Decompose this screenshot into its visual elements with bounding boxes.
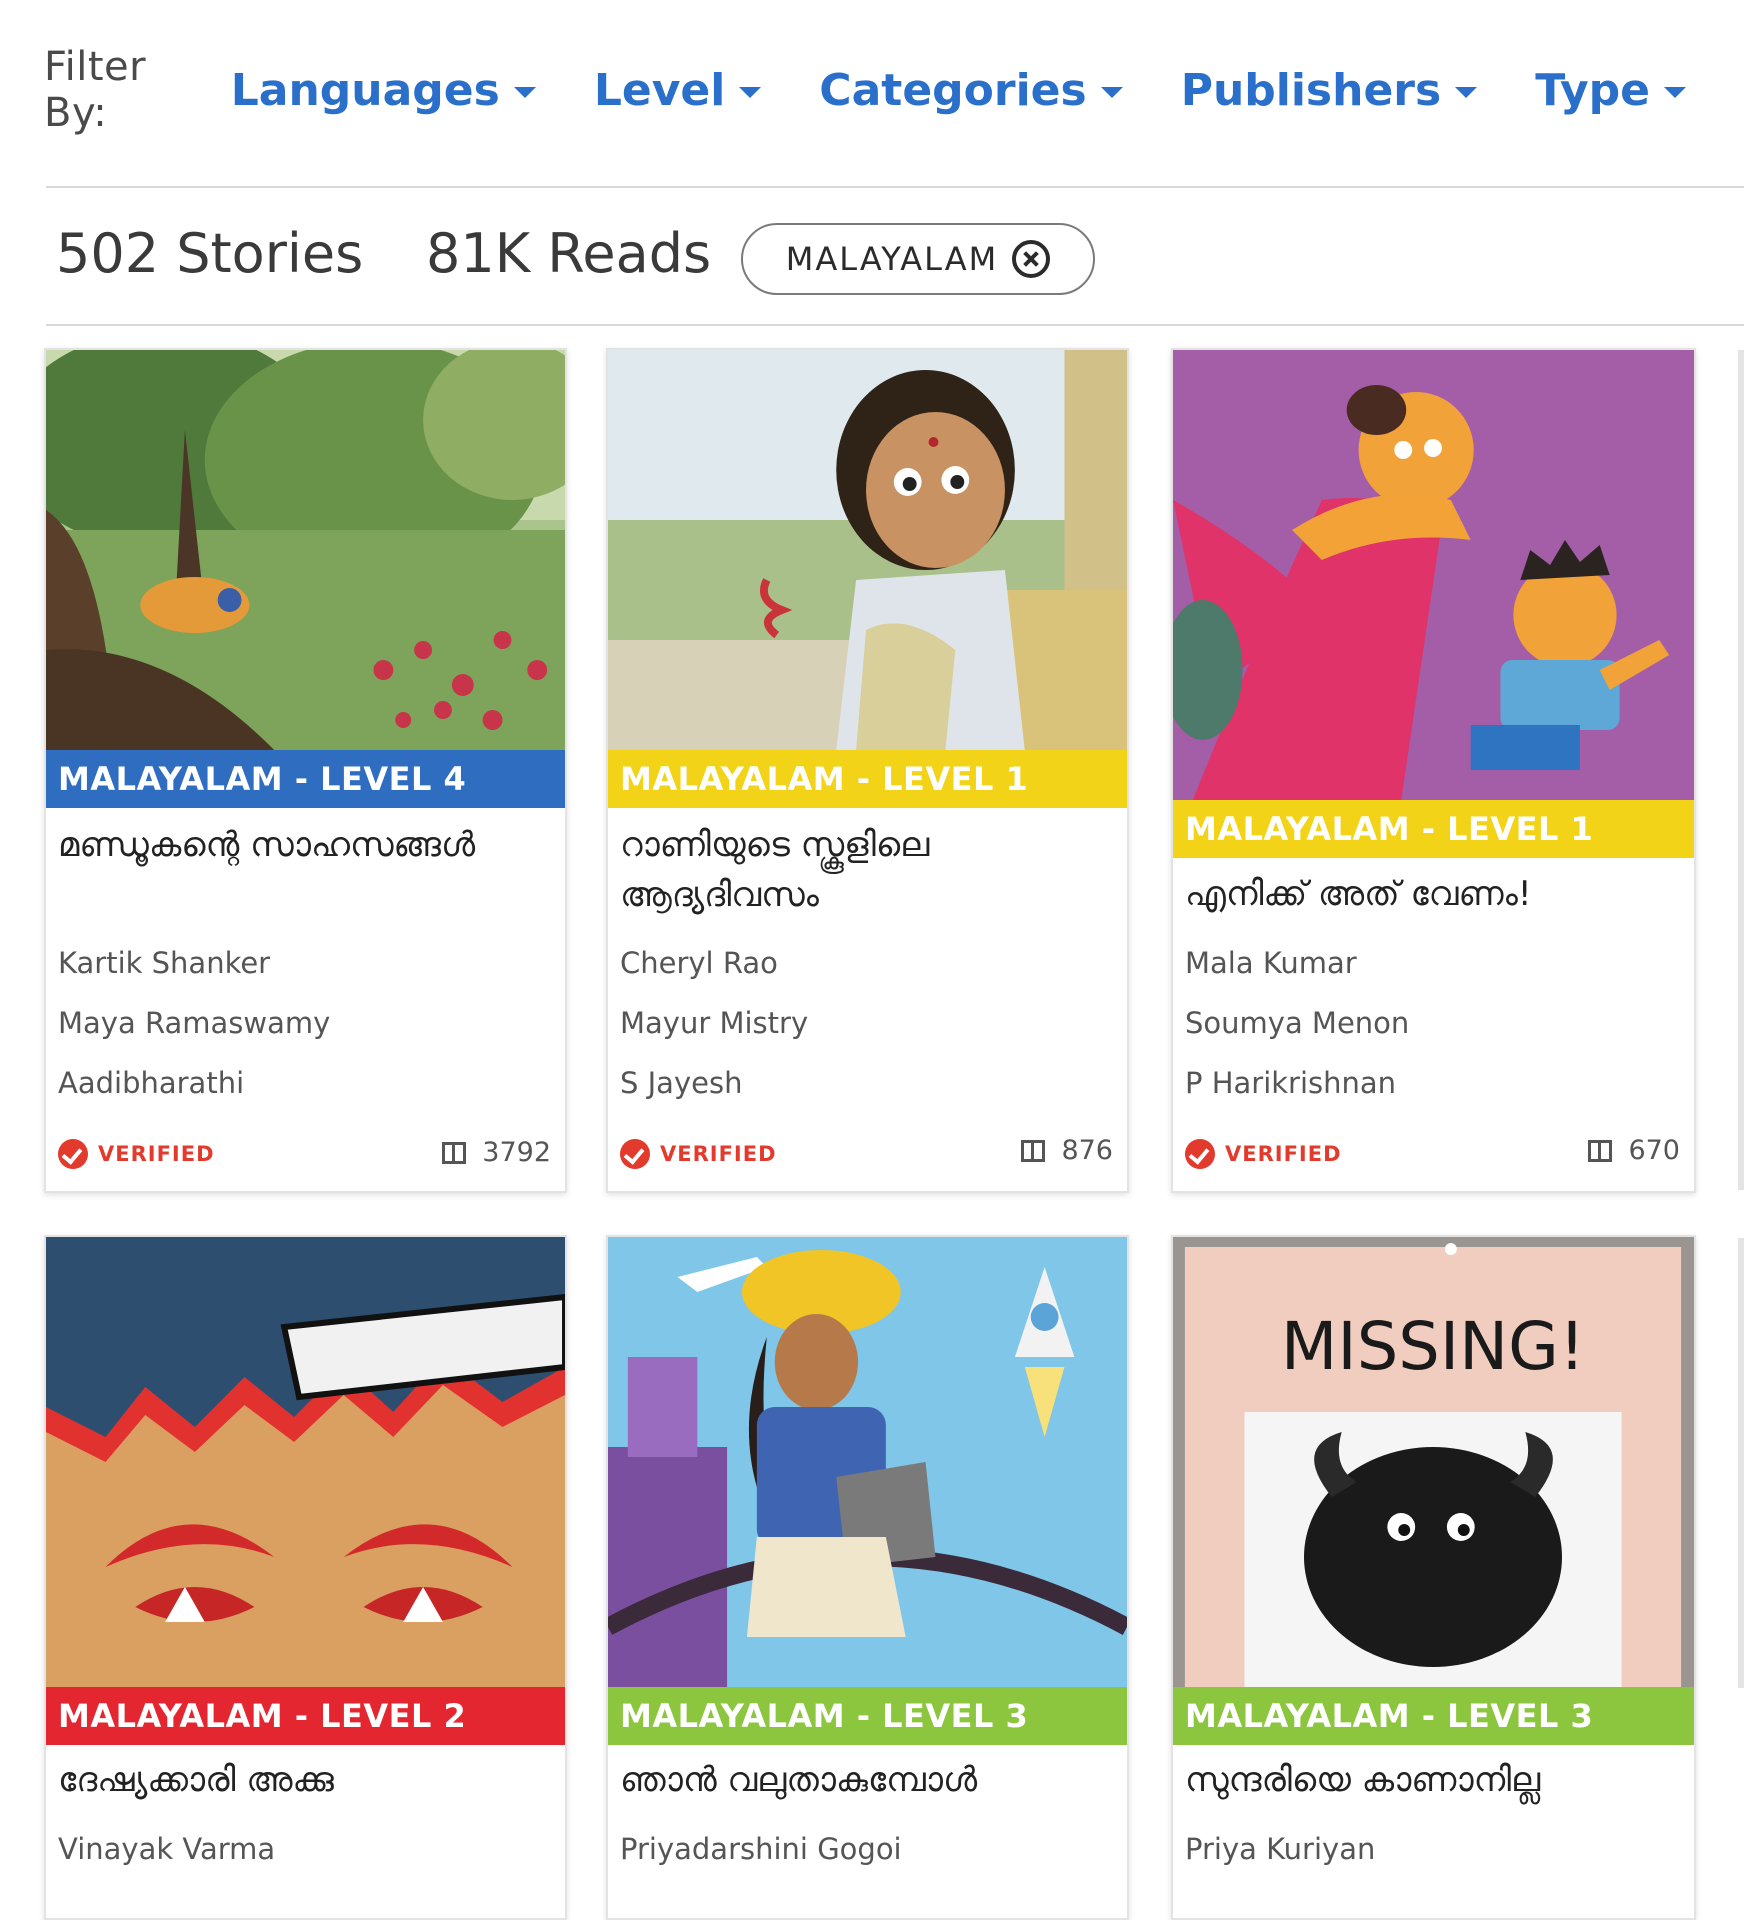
- filter-languages-dropdown[interactable]: Languages: [231, 65, 536, 116]
- read-count-value: 876: [1061, 1135, 1113, 1166]
- verified-badge: VERIFIED: [58, 1139, 215, 1169]
- verified-label: VERIFIED: [1225, 1142, 1342, 1166]
- filter-publishers-label: Publishers: [1180, 64, 1442, 116]
- close-circle-icon[interactable]: [1012, 240, 1051, 278]
- caret-down-icon: [1455, 86, 1478, 98]
- filter-publishers-dropdown[interactable]: Publishers: [1180, 64, 1478, 116]
- filter-bar: Filter By: Languages Level Categories Pu…: [44, 44, 1744, 136]
- filter-type-dropdown[interactable]: Type: [1535, 65, 1686, 116]
- story-card[interactable]: MALAYALAM - LEVEL 1 എനിക്ക് അത് വേണം! Ma…: [1171, 348, 1696, 1193]
- divider: [46, 324, 1744, 326]
- translator-name[interactable]: S Jayesh: [620, 1066, 742, 1100]
- level-badge: MALAYALAM - LEVEL 1: [1173, 800, 1694, 858]
- level-badge: MALAYALAM - LEVEL 2: [46, 1687, 565, 1745]
- story-card[interactable]: MALAYALAM - LEVEL 2 ദേഷ്യക്കാരി അക്കു Vi…: [44, 1235, 567, 1920]
- translator-name[interactable]: P Harikrishnan: [1185, 1066, 1396, 1100]
- author-name[interactable]: Kartik Shanker: [58, 946, 270, 980]
- verified-badge: VERIFIED: [620, 1139, 777, 1169]
- story-card[interactable]: MISSING! MALAYALAM - LEVEL 3 സുന്ദരിയെ ക…: [1171, 1235, 1696, 1920]
- author-name[interactable]: Priya Kuriyan: [1185, 1832, 1375, 1866]
- story-card[interactable]: MALAYALAM - LEVEL 4 മണ്ഡൂകന്റെ സാഹസങ്ങൾ …: [44, 348, 567, 1193]
- story-title[interactable]: ദേഷ്യക്കാരി അക്കു: [58, 1755, 555, 1805]
- story-cover-image: [46, 350, 565, 750]
- check-circle-icon: [1185, 1139, 1215, 1169]
- story-title[interactable]: സുന്ദരിയെ കാണാനില്ല: [1185, 1755, 1684, 1805]
- caret-down-icon: [739, 86, 762, 98]
- read-count-value: 670: [1628, 1135, 1680, 1166]
- verified-badge: VERIFIED: [1185, 1139, 1342, 1169]
- story-card[interactable]: MALAYALAM - LEVEL 1 റാണിയുടെ സ്കൂളിലെ ആദ…: [606, 348, 1129, 1193]
- active-filter-chip[interactable]: MALAYALAM: [741, 223, 1095, 295]
- filter-type-label: Type: [1535, 64, 1650, 116]
- book-icon: [1588, 1139, 1613, 1162]
- level-badge: MALAYALAM - LEVEL 4: [46, 750, 565, 808]
- filter-languages-label: Languages: [230, 64, 500, 116]
- filter-categories-label: Categories: [819, 64, 1087, 116]
- story-card[interactable]: MALAYALAM - LEVEL 3 ഞാൻ വലുതാകുമ്പോൾ Pri…: [606, 1235, 1129, 1920]
- caret-down-icon: [1100, 86, 1123, 98]
- caret-down-icon: [1664, 86, 1686, 98]
- read-count: 670: [1588, 1135, 1680, 1166]
- caret-down-icon: [513, 86, 536, 98]
- filter-level-dropdown[interactable]: Level: [593, 64, 762, 116]
- active-filter-label: MALAYALAM: [785, 240, 999, 278]
- divider: [46, 186, 1744, 188]
- missing-sign-text: MISSING!: [1281, 1308, 1585, 1385]
- reads-count: 81K Reads: [426, 222, 712, 285]
- next-card-edge: [1738, 350, 1744, 1190]
- story-title[interactable]: മണ്ഡൂകന്റെ സാഹസങ്ങൾ: [58, 820, 555, 870]
- level-badge: MALAYALAM - LEVEL 3: [608, 1687, 1127, 1745]
- level-badge: MALAYALAM - LEVEL 3: [1173, 1687, 1694, 1745]
- story-cover-image: [1173, 350, 1694, 800]
- translator-name[interactable]: Aadibharathi: [58, 1066, 244, 1100]
- stories-count: 502 Stories: [56, 222, 364, 285]
- next-card-edge: [1738, 1238, 1744, 1688]
- author-name[interactable]: Vinayak Varma: [58, 1832, 275, 1866]
- check-circle-icon: [620, 1139, 650, 1169]
- illustrator-name[interactable]: Maya Ramaswamy: [58, 1006, 330, 1040]
- filter-label: Filter By:: [44, 44, 147, 136]
- read-count: 876: [1021, 1135, 1113, 1166]
- read-count: 3792: [442, 1137, 551, 1168]
- author-name[interactable]: Cheryl Rao: [620, 946, 778, 980]
- book-icon: [442, 1141, 467, 1164]
- filter-categories-dropdown[interactable]: Categories: [819, 64, 1123, 116]
- story-title[interactable]: റാണിയുടെ സ്കൂളിലെ ആദ്യദിവസം: [620, 820, 1117, 920]
- story-cover-image: [608, 1237, 1127, 1687]
- book-icon: [1021, 1139, 1046, 1162]
- read-count-value: 3792: [482, 1137, 551, 1168]
- story-title[interactable]: എനിക്ക് അത് വേണം!: [1185, 869, 1684, 919]
- filter-level-label: Level: [593, 64, 726, 116]
- illustrator-name[interactable]: Mayur Mistry: [620, 1006, 808, 1040]
- check-circle-icon: [58, 1139, 88, 1169]
- story-cover-image: [608, 350, 1127, 750]
- verified-label: VERIFIED: [660, 1142, 777, 1166]
- story-cover-image: MISSING!: [1173, 1237, 1694, 1687]
- story-cover-image: [46, 1237, 565, 1687]
- illustrator-name[interactable]: Soumya Menon: [1185, 1006, 1409, 1040]
- verified-label: VERIFIED: [98, 1142, 215, 1166]
- story-title[interactable]: ഞാൻ വലുതാകുമ്പോൾ: [620, 1755, 1117, 1805]
- author-name[interactable]: Priyadarshini Gogoi: [620, 1832, 902, 1866]
- level-badge: MALAYALAM - LEVEL 1: [608, 750, 1127, 808]
- author-name[interactable]: Mala Kumar: [1185, 946, 1357, 980]
